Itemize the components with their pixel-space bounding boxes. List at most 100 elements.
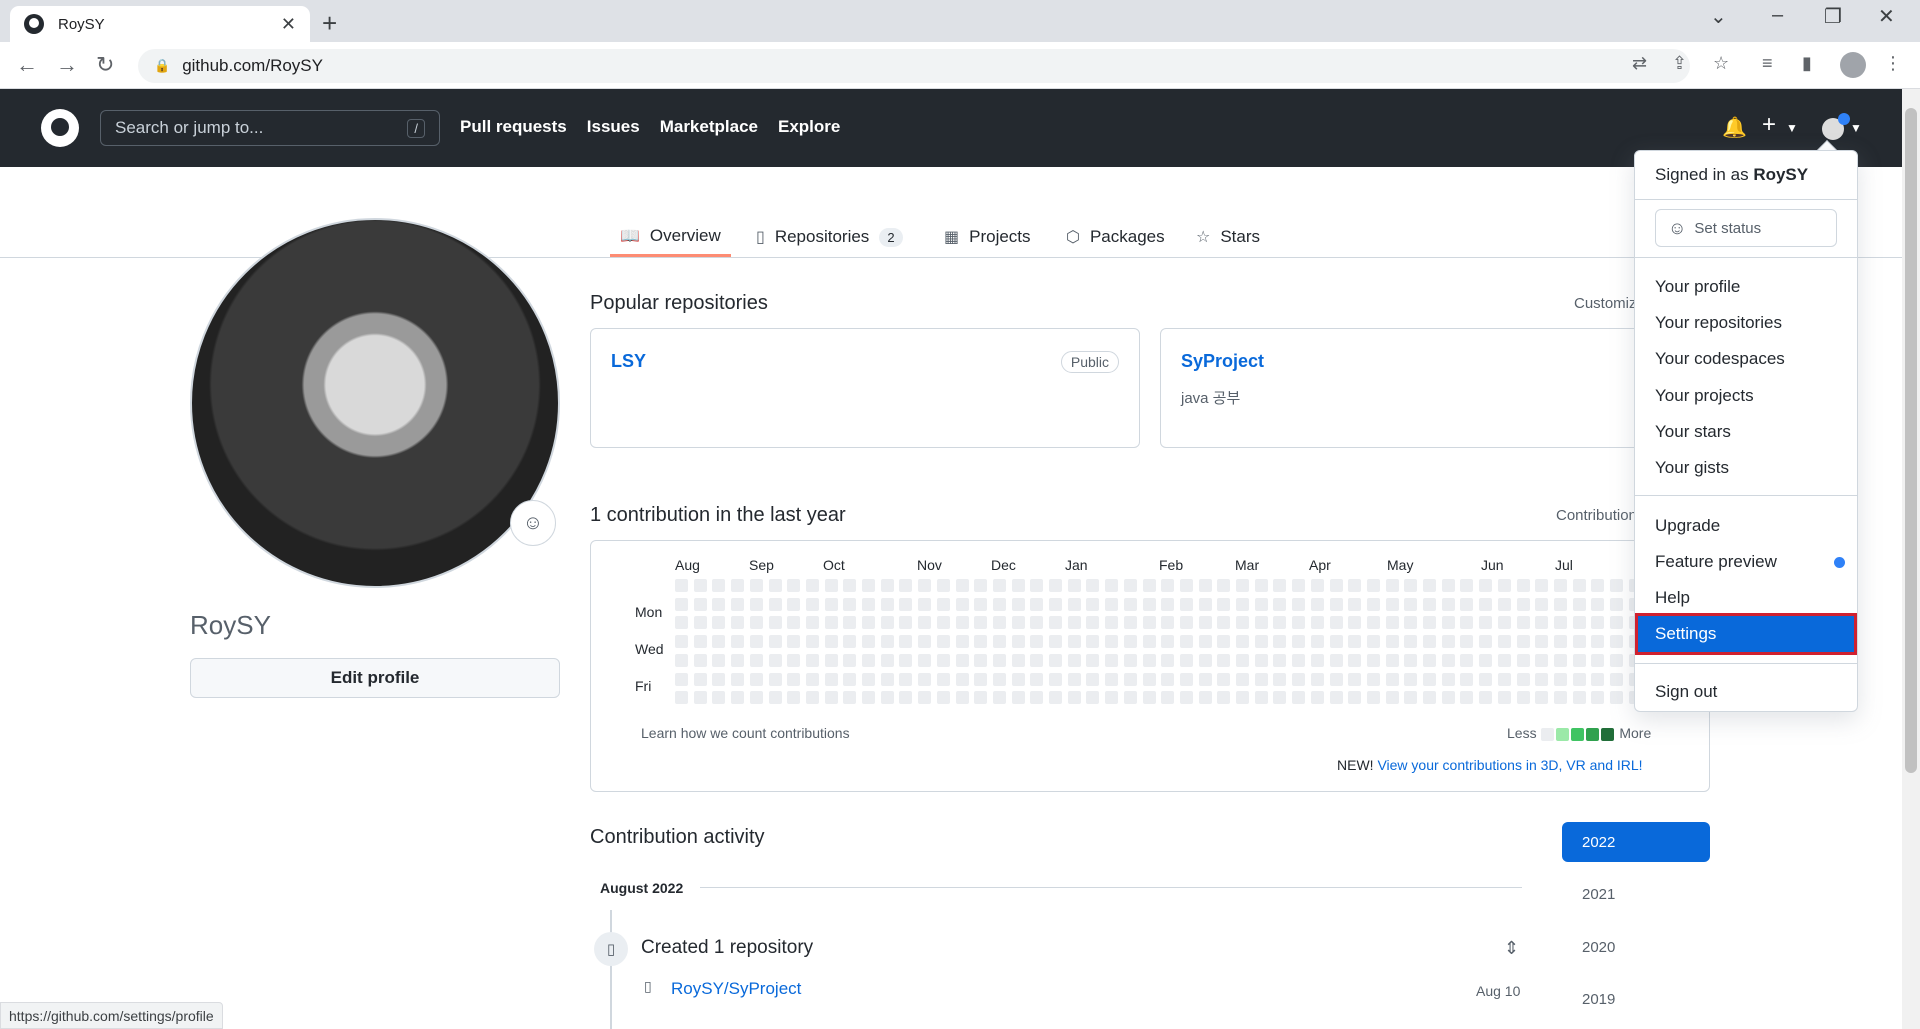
nav-issues[interactable]: Issues [587,117,640,137]
contribution-cell[interactable] [1198,691,1212,705]
contribution-cell[interactable] [1236,672,1249,686]
contribution-cell[interactable] [1179,616,1193,630]
restore-icon[interactable]: ❐ [1824,4,1842,29]
contribution-cell[interactable] [1086,616,1100,630]
contribution-cell[interactable] [768,635,782,649]
contribution-cell[interactable] [1217,616,1231,630]
contribution-cell[interactable] [712,691,726,705]
contribution-cell[interactable] [1479,597,1493,611]
contribution-cell[interactable] [992,616,1006,630]
contribution-cell[interactable] [1067,597,1081,611]
contribution-cell[interactable] [1516,597,1530,611]
contribution-cell[interactable] [1479,691,1493,705]
contribution-cell[interactable] [1572,653,1586,667]
contribution-cell[interactable] [1460,672,1474,686]
contribution-cell[interactable] [843,579,857,592]
contribution-cell[interactable] [824,653,838,667]
contribution-cell[interactable] [1179,691,1193,705]
contribution-cell[interactable] [1591,635,1605,649]
contribution-cell[interactable] [1273,672,1287,686]
contribution-cell[interactable] [1011,579,1025,592]
contribution-cell[interactable] [974,579,988,592]
edit-profile-button[interactable]: Edit profile [190,658,560,698]
contribution-cell[interactable] [1236,597,1249,611]
contribution-cell[interactable] [1572,597,1586,611]
contribution-cell[interactable] [1049,653,1062,667]
contribution-cell[interactable] [1179,672,1193,686]
contribution-cell[interactable] [1348,597,1362,611]
contribution-cell[interactable] [805,653,819,667]
contribution-cell[interactable] [1572,616,1586,630]
contribution-cell[interactable] [731,672,745,686]
contribution-cell[interactable] [787,653,801,667]
contribution-cell[interactable] [918,672,932,686]
contribution-cell[interactable] [824,672,838,686]
contribution-cell[interactable] [1423,672,1436,686]
address-bar[interactable]: 🔒 github.com/RoySY [138,49,1690,83]
share-icon[interactable]: ⇪ [1672,53,1687,74]
year-2019-button[interactable]: 2019 [1562,979,1710,1019]
contribution-cell[interactable] [899,635,913,649]
contribution-cell[interactable] [1198,597,1212,611]
contribution-cell[interactable] [1049,579,1062,592]
contribution-cell[interactable] [1161,616,1175,630]
contribution-cell[interactable] [918,597,932,611]
contribution-cell[interactable] [1049,691,1062,705]
contribution-cell[interactable] [1217,653,1231,667]
search-input[interactable]: Search or jump to... / [100,110,440,146]
reload-icon[interactable]: ↻ [96,52,114,78]
contribution-cell[interactable] [824,579,838,592]
back-icon[interactable]: ← [16,52,38,78]
tab-overview[interactable]: 📖 Overview [610,217,731,257]
scrollbar-thumb[interactable] [1905,108,1917,773]
contribution-cell[interactable] [1030,597,1044,611]
contribution-cell[interactable] [824,616,838,630]
contribution-cell[interactable] [862,672,875,686]
contribution-cell[interactable] [1610,579,1623,592]
contribution-cell[interactable] [1460,635,1474,649]
reading-list-icon[interactable]: ≡ [1762,53,1773,74]
contribution-cell[interactable] [1591,672,1605,686]
contribution-cell[interactable] [843,653,857,667]
contribution-cell[interactable] [1366,597,1380,611]
contribution-cell[interactable] [1161,672,1175,686]
contribution-cell[interactable] [843,635,857,649]
contribution-cell[interactable] [1086,579,1100,592]
activity-repo-link[interactable]: RoySY/SyProject [671,979,801,999]
contribution-cell[interactable] [1497,691,1511,705]
contribution-cell[interactable] [843,672,857,686]
forward-icon[interactable]: → [56,52,78,78]
contribution-cell[interactable] [1273,579,1287,592]
contribution-cell[interactable] [1105,653,1119,667]
contribution-cell[interactable] [974,653,988,667]
contribution-cell[interactable] [1348,672,1362,686]
contribution-cell[interactable] [1591,653,1605,667]
contribution-cell[interactable] [1385,579,1399,592]
contribution-cell[interactable] [1236,616,1249,630]
contribution-cell[interactable] [1011,597,1025,611]
contribution-cell[interactable] [787,616,801,630]
contribution-cell[interactable] [992,653,1006,667]
contribution-cell[interactable] [992,691,1006,705]
contribution-cell[interactable] [731,691,745,705]
contribution-cell[interactable] [1329,653,1343,667]
contribution-cell[interactable] [843,616,857,630]
contribution-cell[interactable] [1217,579,1231,592]
contribution-cell[interactable] [843,597,857,611]
contribution-cell[interactable] [1030,579,1044,592]
contribution-settings-link[interactable]: Contribution [1556,507,1637,524]
contribution-cell[interactable] [749,597,763,611]
contribution-cell[interactable] [1385,616,1399,630]
contribution-cell[interactable] [1610,616,1623,630]
contribution-cell[interactable] [1142,635,1156,649]
contribution-cell[interactable] [1030,653,1044,667]
contribution-cell[interactable] [1292,597,1306,611]
lock-icon[interactable]: 🔒 [154,58,170,74]
contribution-cell[interactable] [1310,597,1324,611]
close-tab-icon[interactable]: ✕ [281,14,296,35]
contribution-cell[interactable] [992,635,1006,649]
contribution-cell[interactable] [992,672,1006,686]
contribution-cell[interactable] [712,653,726,667]
contribution-cell[interactable] [805,579,819,592]
repo-link[interactable]: LSY [611,351,646,372]
